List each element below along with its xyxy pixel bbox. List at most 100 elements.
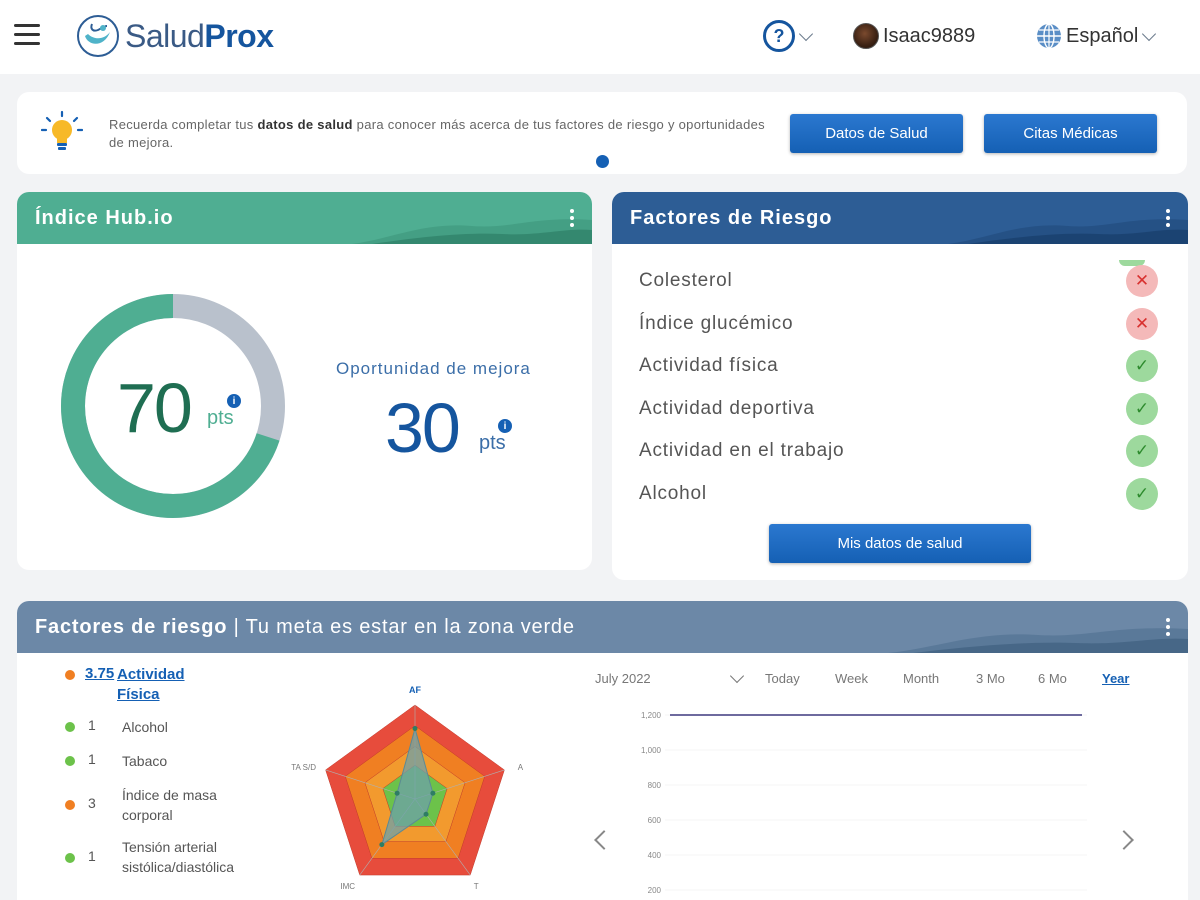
legend-value: 3.75 bbox=[85, 665, 115, 682]
radar-axis-label: IMC bbox=[340, 882, 355, 891]
legend-dot bbox=[65, 670, 75, 680]
tip-message-bold[interactable]: datos de salud bbox=[258, 117, 353, 132]
chevron-down-icon bbox=[1142, 26, 1157, 41]
score-value: 70 bbox=[117, 369, 193, 447]
legend-value: 3 bbox=[88, 795, 96, 811]
health-data-button[interactable]: Datos de Salud bbox=[790, 114, 963, 153]
risk-label: Colesterol bbox=[639, 270, 733, 292]
risk-factors-card: Factores de Riesgo Colesterol ✕ Índice gl… bbox=[612, 192, 1188, 580]
legend-item: 1 Alcohol bbox=[65, 717, 265, 737]
y-tick-label: 600 bbox=[648, 816, 662, 825]
chevron-left-icon[interactable] bbox=[594, 830, 614, 850]
legend-item: 1 Tabaco bbox=[65, 751, 265, 771]
more-options-icon[interactable] bbox=[1166, 618, 1170, 636]
legend-value: 1 bbox=[88, 848, 96, 864]
legend-dot bbox=[65, 756, 75, 766]
radar-point[interactable] bbox=[412, 726, 418, 731]
status-good-icon: ✓ bbox=[1126, 392, 1158, 425]
period-month[interactable]: Month bbox=[903, 671, 939, 686]
header-wave bbox=[948, 219, 1188, 244]
user-menu[interactable]: Isaac9889 bbox=[853, 23, 975, 49]
globe-icon bbox=[1037, 23, 1061, 49]
period-week[interactable]: Week bbox=[835, 671, 868, 686]
radar-point[interactable] bbox=[394, 790, 400, 796]
lightbulb-icon bbox=[41, 110, 83, 150]
info-icon[interactable]: i bbox=[498, 419, 512, 433]
hub-card-header: Índice Hub.io bbox=[17, 192, 592, 244]
opportunity-value: 30 bbox=[385, 389, 461, 467]
status-bad-icon: ✕ bbox=[1126, 265, 1158, 298]
y-tick-label: 200 bbox=[648, 886, 662, 895]
legend-label: Tabaco bbox=[122, 753, 168, 769]
risk-list[interactable]: Colesterol ✕ Índice glucémico ✕ Actividad … bbox=[639, 260, 1174, 514]
radar-axis-label: A bbox=[518, 763, 524, 772]
period-today[interactable]: Today bbox=[765, 671, 800, 686]
language-selector[interactable]: Español bbox=[1035, 22, 1157, 50]
legend-value: 1 bbox=[88, 717, 96, 733]
carousel-dot[interactable] bbox=[596, 155, 609, 168]
radar-point[interactable] bbox=[430, 790, 436, 796]
status-good-icon: ✓ bbox=[1126, 477, 1158, 510]
risk-card-header: Factores de Riesgo bbox=[612, 192, 1188, 244]
month-selector[interactable]: July 2022 bbox=[595, 671, 651, 686]
language-label: Español bbox=[1066, 24, 1139, 47]
chevron-down-icon bbox=[798, 26, 814, 41]
status-good-icon: ✓ bbox=[1126, 350, 1158, 383]
hub-index-card: Índice Hub.io 70 pts i Oportunidad de me… bbox=[17, 192, 592, 570]
period-6mo[interactable]: 6 Mo bbox=[1038, 671, 1067, 686]
appointments-button[interactable]: Citas Médicas bbox=[984, 114, 1157, 153]
risk-label: Índice glucémico bbox=[639, 312, 794, 334]
help-icon: ? bbox=[763, 20, 795, 52]
logo-icon bbox=[77, 15, 119, 57]
app-name: SaludProx bbox=[125, 17, 274, 54]
more-options-icon[interactable] bbox=[570, 209, 574, 227]
period-3mo[interactable]: 3 Mo bbox=[976, 671, 1005, 686]
radar-axis-label: TA S/D bbox=[291, 763, 316, 772]
score-unit: pts bbox=[207, 407, 234, 429]
status-good-icon: ✓ bbox=[1126, 435, 1158, 468]
legend-label: Tensión arterial sistólica/diastólica bbox=[122, 839, 235, 875]
risk-label: Alcohol bbox=[639, 482, 707, 504]
radar-axis-label: AF bbox=[409, 685, 421, 695]
username: Isaac9889 bbox=[883, 24, 976, 47]
risk-card-title: Factores de Riesgo bbox=[630, 206, 833, 229]
legend-item: 1 Tensión arterial sistólica/diastólica bbox=[65, 837, 265, 877]
header-wave bbox=[352, 219, 592, 244]
risk-zone-header: Factores de riesgo | Tu meta es estar en… bbox=[17, 601, 1188, 653]
radar-axis-label: T bbox=[474, 882, 479, 891]
legend-label: Índice de masa corporal bbox=[122, 787, 217, 823]
hub-card-title: Índice Hub.io bbox=[35, 206, 174, 229]
info-icon[interactable]: i bbox=[227, 394, 241, 408]
legend-dot bbox=[65, 800, 75, 810]
list-item: Alcohol ✓ bbox=[639, 473, 1174, 515]
legend-item[interactable]: 3.75 Actividad Física bbox=[65, 665, 265, 705]
header-wave bbox=[888, 628, 1188, 653]
list-item: Colesterol ✕ bbox=[639, 260, 1174, 303]
legend-label: Actividad Física bbox=[117, 666, 185, 703]
y-tick-label: 800 bbox=[648, 781, 662, 790]
risk-label: Actividad deportiva bbox=[639, 397, 815, 419]
legend-dot bbox=[65, 853, 75, 863]
legend-value: 1 bbox=[88, 751, 96, 767]
y-tick-label: 400 bbox=[648, 851, 662, 860]
tip-message: Recuerda completar tus datos de salud pa… bbox=[109, 117, 765, 150]
legend-dot bbox=[65, 722, 75, 732]
tip-banner: Recuerda completar tus datos de salud pa… bbox=[17, 92, 1187, 174]
risk-zone-card: Factores de riesgo | Tu meta es estar en… bbox=[17, 601, 1188, 900]
risk-zone-title: Factores de riesgo | Tu meta es estar en… bbox=[35, 615, 575, 638]
app-logo[interactable]: SaludProx bbox=[76, 14, 274, 58]
menu-icon[interactable] bbox=[14, 24, 40, 48]
period-year[interactable]: Year bbox=[1102, 671, 1129, 686]
more-options-icon[interactable] bbox=[1166, 209, 1170, 227]
legend-item: 3 Índice de masa corporal bbox=[65, 785, 265, 825]
status-bad-icon: ✕ bbox=[1126, 307, 1158, 340]
radar-point[interactable] bbox=[379, 842, 385, 848]
opportunity-label: Oportunidad de mejora bbox=[336, 359, 531, 378]
list-item: Actividad en el trabajo ✓ bbox=[639, 430, 1174, 473]
my-health-data-button[interactable]: Mis datos de salud bbox=[769, 524, 1031, 563]
legend-label: Alcohol bbox=[122, 719, 168, 735]
avatar bbox=[853, 23, 879, 49]
radar-point[interactable] bbox=[423, 811, 429, 817]
chevron-right-icon[interactable] bbox=[1114, 830, 1134, 850]
help-menu[interactable]: ? bbox=[763, 20, 814, 52]
